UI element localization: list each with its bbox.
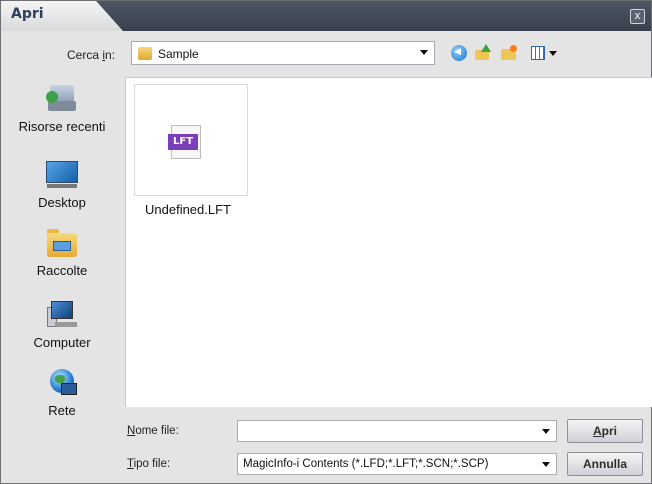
place-network[interactable]: Rete	[1, 367, 123, 418]
filetype-value: MagicInfo-i Contents (*.LFD;*.LFT;*.SCN;…	[243, 458, 489, 470]
filename-combobox[interactable]	[237, 420, 557, 442]
chevron-down-icon[interactable]	[420, 50, 428, 55]
new-folder-icon[interactable]	[501, 45, 517, 61]
close-button[interactable]: x	[630, 9, 645, 24]
title-bar[interactable]: Apri x	[1, 1, 651, 31]
open-button[interactable]: Apri	[567, 419, 643, 443]
place-label: Desktop	[38, 195, 86, 210]
places-bar: Risorse recenti Desktop Raccolte Compute…	[1, 77, 123, 418]
file-type-badge: LFT	[168, 134, 198, 150]
place-libraries[interactable]: Raccolte	[1, 227, 123, 278]
back-icon[interactable]	[451, 45, 467, 61]
recent-places-icon	[45, 83, 79, 115]
open-dialog: Apri x Cerca in: Sample Risorse recenti …	[0, 0, 652, 484]
desktop-icon	[45, 159, 79, 191]
place-label: Raccolte	[36, 263, 88, 278]
filetype-label: Tipo file:	[127, 458, 171, 470]
file-item[interactable]: LFT	[134, 84, 248, 196]
place-label: Rete	[48, 403, 76, 418]
folder-icon	[138, 47, 152, 60]
chevron-down-icon[interactable]	[542, 462, 550, 467]
look-in-combobox[interactable]: Sample	[131, 41, 435, 65]
look-in-label: Cerca in:	[67, 48, 116, 62]
libraries-icon	[45, 227, 79, 259]
place-desktop[interactable]: Desktop	[1, 159, 123, 210]
window-title: Apri	[11, 6, 44, 22]
network-icon	[45, 367, 79, 399]
chevron-down-icon[interactable]	[542, 429, 550, 434]
place-computer[interactable]: Computer	[1, 299, 123, 350]
computer-icon	[45, 299, 79, 331]
place-label: Risorse recenti	[18, 119, 106, 134]
file-name[interactable]: Undefined.LFT	[126, 202, 250, 217]
place-recent[interactable]: Risorse recenti	[1, 83, 123, 134]
look-in-value: Sample	[158, 47, 199, 61]
up-folder-icon[interactable]	[475, 44, 491, 61]
lft-file-icon: LFT	[168, 125, 201, 159]
file-list[interactable]: LFT Undefined.LFT	[125, 77, 652, 407]
cancel-button[interactable]: Annulla	[567, 452, 643, 476]
place-label: Computer	[33, 335, 91, 350]
filename-label: Nome file:	[127, 425, 179, 437]
views-menu-icon[interactable]	[531, 45, 561, 61]
filetype-select[interactable]: MagicInfo-i Contents (*.LFD;*.LFT;*.SCN;…	[237, 453, 557, 475]
